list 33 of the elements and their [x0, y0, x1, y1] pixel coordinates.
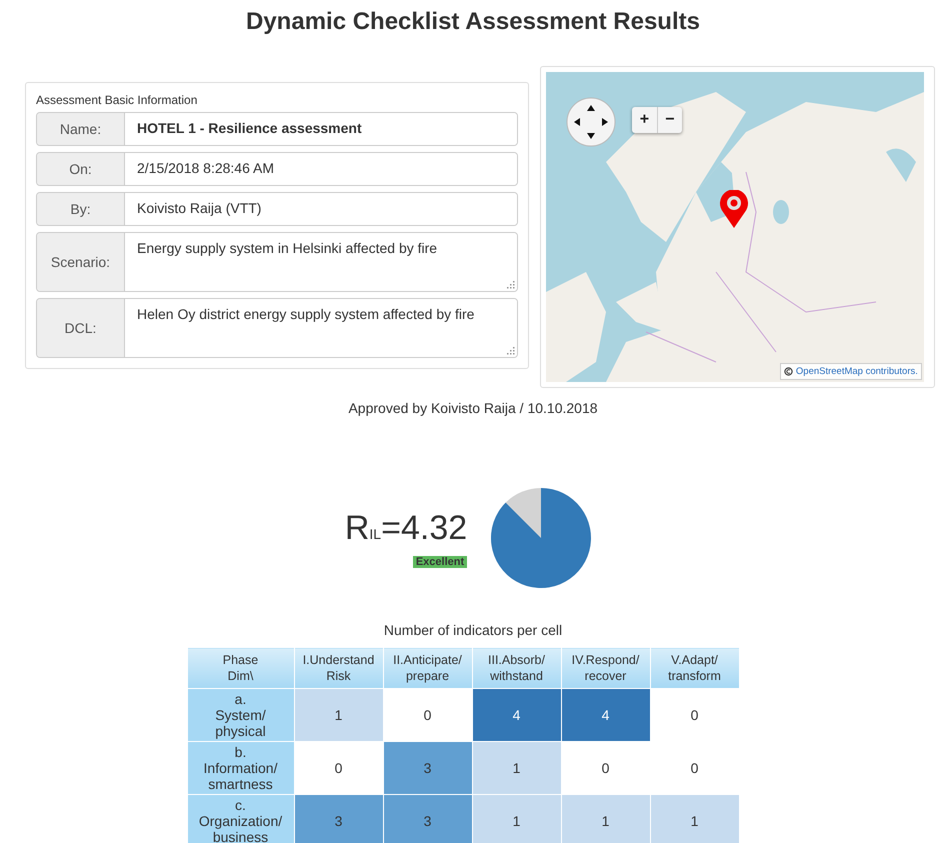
- row-header: a. System/ physical: [187, 688, 294, 742]
- resize-grip-icon[interactable]: [506, 281, 515, 289]
- pan-control[interactable]: [566, 97, 616, 147]
- zoom-out-button[interactable]: −: [656, 107, 682, 133]
- column-header: V.Adapt/ transform: [650, 648, 739, 688]
- row-header: b. Information/ smartness: [187, 742, 294, 794]
- map-pin-icon: [718, 190, 749, 228]
- table-cell: 4: [561, 688, 650, 742]
- zoom-in-button[interactable]: +: [632, 107, 657, 133]
- row-header: c. Organization/ business: [187, 794, 294, 843]
- column-header: III.Absorb/ withstand: [472, 648, 561, 688]
- rating-label: Excellent: [412, 556, 468, 568]
- table-cell: 4: [472, 688, 561, 742]
- page-title: Dynamic Checklist Assessment Results: [245, 7, 701, 37]
- table-cell: 3: [383, 742, 472, 794]
- table-cell: 3: [294, 794, 383, 843]
- field-label: DCL:: [37, 299, 125, 357]
- column-header: IV.Respond/ recover: [561, 648, 650, 688]
- table-cell: 1: [472, 794, 561, 843]
- copyright-icon: [784, 367, 793, 376]
- table-cell: 1: [650, 794, 739, 843]
- column-header: II.Anticipate/ prepare: [383, 648, 472, 688]
- corner-header: Phase Dim\: [187, 648, 294, 688]
- table-cell: 1: [472, 742, 561, 794]
- table-cell: 1: [561, 794, 650, 843]
- table-cell: 3: [383, 794, 472, 843]
- approval-text: Approved by Koivisto Raija / 10.10.2018: [347, 400, 599, 416]
- resize-grip-icon[interactable]: [506, 347, 515, 355]
- table-caption: Number of indicators per cell: [382, 622, 564, 638]
- field-label: Scenario:: [37, 233, 125, 291]
- table-cell: 1: [294, 688, 383, 742]
- column-header: I.Understand Risk: [294, 648, 383, 688]
- panel-heading: Assessment Basic Information: [36, 93, 198, 107]
